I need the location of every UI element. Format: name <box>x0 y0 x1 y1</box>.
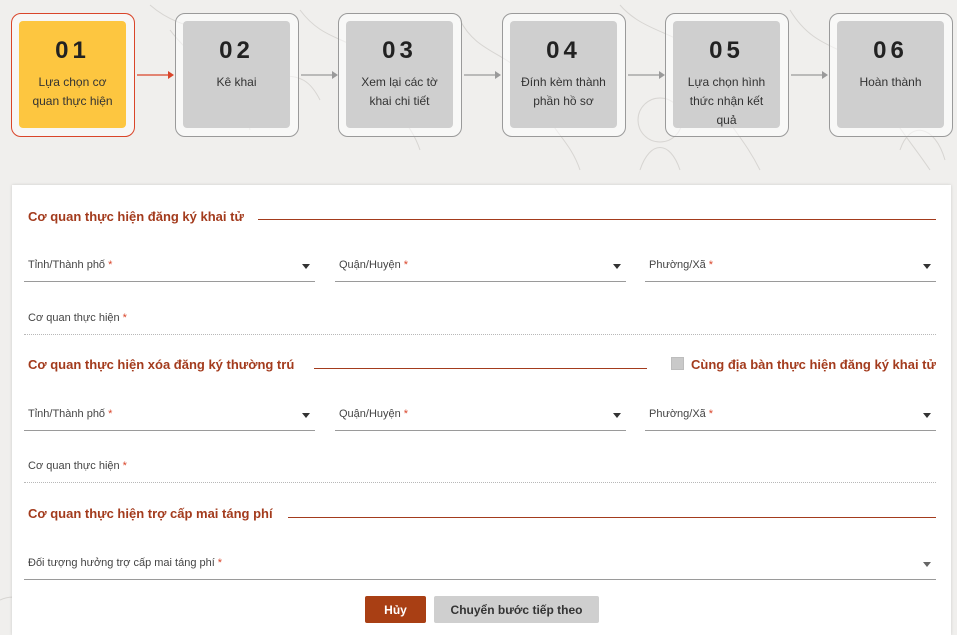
ward-select-2[interactable]: Phường/Xã * <box>645 407 936 431</box>
required-mark: * <box>217 557 223 569</box>
required-mark: * <box>708 259 714 271</box>
form-panel: Cơ quan thực hiện đăng ký khai tử Tỉnh/T… <box>12 185 951 635</box>
step-1-number: 01 <box>55 37 90 64</box>
agency-select-1[interactable]: Cơ quan thực hiện * <box>24 311 936 335</box>
section-residence-removal-title: Cơ quan thực hiện xóa đăng ký thường trú <box>28 357 295 372</box>
next-step-button[interactable]: Chuyển bước tiếp theo <box>434 596 599 623</box>
step-1[interactable]: 01 Lựa chọn cơ quan thực hiện <box>11 13 135 137</box>
step-5-number: 05 <box>709 37 744 64</box>
same-area-checkbox-label[interactable]: Cùng địa bàn thực hiện đăng ký khai tử <box>691 357 936 372</box>
ward-label-text: Phường/Xã <box>649 408 706 420</box>
chevron-down-icon <box>923 413 931 418</box>
province-select-2[interactable]: Tỉnh/Thành phố * <box>24 407 315 431</box>
step-2-label: Kê khai <box>216 75 257 89</box>
required-mark: * <box>108 259 113 271</box>
step-4[interactable]: 04 Đính kèm thành phần hồ sơ <box>502 13 626 137</box>
required-mark: * <box>122 460 127 472</box>
agency-select-2[interactable]: Cơ quan thực hiện * <box>24 459 936 483</box>
required-mark: * <box>108 408 113 420</box>
chevron-down-icon <box>302 264 310 269</box>
agency-label-text: Cơ quan thực hiện <box>28 460 120 472</box>
step-1-box: 01 Lựa chọn cơ quan thực hiện <box>19 21 126 128</box>
step-6[interactable]: 06 Hoàn thành <box>829 13 953 137</box>
ward-select-1[interactable]: Phường/Xã * <box>645 258 936 282</box>
district-select-1[interactable]: Quận/Huyện * <box>335 258 626 282</box>
step-6-box: 06 Hoàn thành <box>837 21 944 128</box>
required-mark: * <box>708 408 714 420</box>
agency-label: Cơ quan thực hiện * <box>28 460 127 472</box>
district-label-text: Quận/Huyện <box>339 408 401 420</box>
step-6-label: Hoàn thành <box>859 75 922 89</box>
agency-label: Cơ quan thực hiện * <box>28 312 127 324</box>
province-label: Tỉnh/Thành phố * <box>28 408 112 420</box>
province-select-1[interactable]: Tỉnh/Thành phố * <box>24 258 315 282</box>
step-3-number: 03 <box>382 37 417 64</box>
agency-label-text: Cơ quan thực hiện <box>28 312 120 324</box>
province-label-text: Tỉnh/Thành phố <box>28 259 106 271</box>
required-mark: * <box>403 259 409 271</box>
cancel-button[interactable]: Hủy <box>365 596 426 623</box>
step-3-box: 03 Xem lại các tờ khai chi tiết <box>346 21 453 128</box>
step-3[interactable]: 03 Xem lại các tờ khai chi tiết <box>338 13 462 137</box>
beneficiary-label: Đối tượng hưởng trợ cấp mai táng phí * <box>28 557 222 569</box>
step-5-label: Lựa chọn hình thức nhận kết quả <box>687 75 766 127</box>
step-arrow-icon <box>628 71 665 79</box>
step-4-box: 04 Đính kèm thành phần hồ sơ <box>510 21 617 128</box>
required-mark: * <box>403 408 409 420</box>
step-5-box: 05 Lựa chọn hình thức nhận kết quả <box>673 21 780 128</box>
step-arrow-icon <box>137 71 174 79</box>
ward-label: Phường/Xã * <box>649 259 713 271</box>
step-arrow-icon <box>301 71 338 79</box>
district-label: Quận/Huyện * <box>339 408 408 420</box>
section-death-registration-title: Cơ quan thực hiện đăng ký khai tử <box>28 209 244 224</box>
section-divider <box>258 219 936 220</box>
beneficiary-label-text: Đối tượng hưởng trợ cấp mai táng phí <box>28 557 215 569</box>
step-4-number: 04 <box>546 37 581 64</box>
step-2-box: 02 Kê khai <box>183 21 290 128</box>
same-area-checkbox[interactable] <box>671 357 684 370</box>
section-funeral-allowance-title: Cơ quan thực hiện trợ cấp mai táng phí <box>28 506 273 521</box>
chevron-down-icon <box>613 413 621 418</box>
ward-label: Phường/Xã * <box>649 408 713 420</box>
district-label-text: Quận/Huyện <box>339 259 401 271</box>
district-select-2[interactable]: Quận/Huyện * <box>335 407 626 431</box>
step-1-label: Lựa chọn cơ quan thực hiện <box>32 75 113 108</box>
section-divider <box>314 368 647 369</box>
province-label-text: Tỉnh/Thành phố <box>28 408 106 420</box>
chevron-down-icon <box>613 264 621 269</box>
step-4-label: Đính kèm thành phần hồ sơ <box>521 75 606 108</box>
step-3-label: Xem lại các tờ khai chi tiết <box>361 75 438 108</box>
progress-steps: 01 Lựa chọn cơ quan thực hiện 02 Kê khai… <box>0 0 957 180</box>
section-divider <box>288 517 936 518</box>
step-2-number: 02 <box>219 37 254 64</box>
chevron-down-icon <box>923 264 931 269</box>
step-arrow-icon <box>791 71 828 79</box>
ward-label-text: Phường/Xã <box>649 259 706 271</box>
step-6-number: 06 <box>873 37 908 64</box>
step-arrow-icon <box>464 71 501 79</box>
step-2[interactable]: 02 Kê khai <box>175 13 299 137</box>
province-label: Tỉnh/Thành phố * <box>28 259 112 271</box>
required-mark: * <box>122 312 127 324</box>
beneficiary-select[interactable]: Đối tượng hưởng trợ cấp mai táng phí * <box>24 556 936 580</box>
chevron-down-icon <box>923 562 931 567</box>
district-label: Quận/Huyện * <box>339 259 408 271</box>
step-5[interactable]: 05 Lựa chọn hình thức nhận kết quả <box>665 13 789 137</box>
chevron-down-icon <box>302 413 310 418</box>
